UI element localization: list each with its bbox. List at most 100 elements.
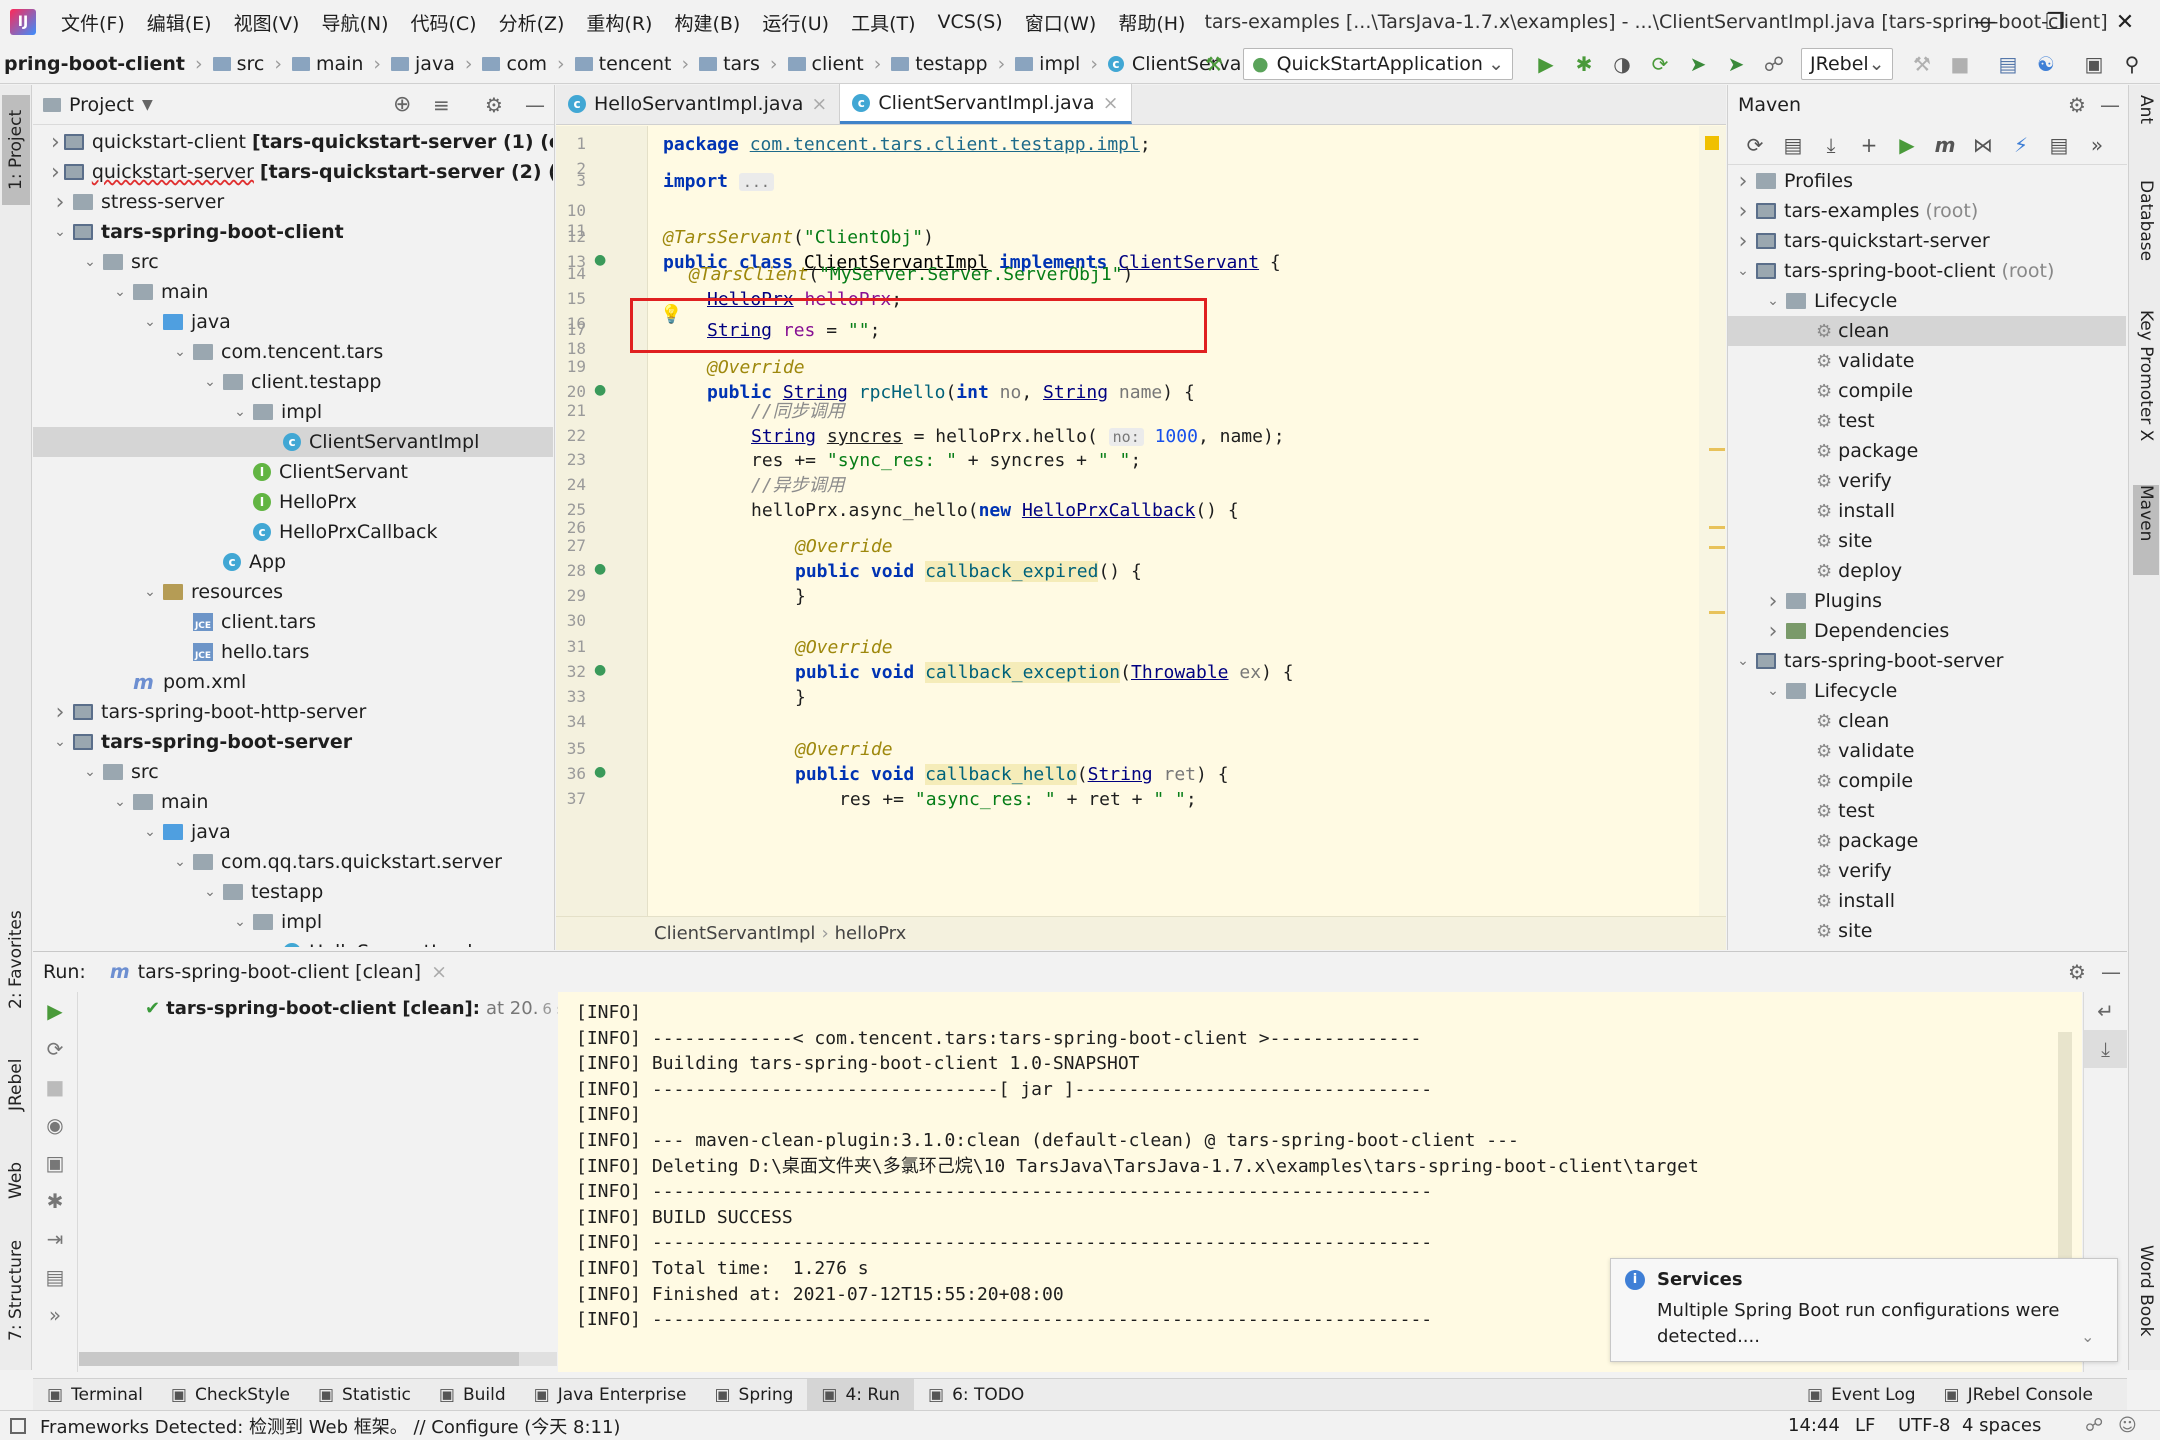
bottom-tab[interactable]: ▣ JRebel Console	[1930, 1379, 2107, 1411]
bottom-tab[interactable]: ▣ Java Enterprise	[520, 1379, 701, 1411]
chevron-down-icon[interactable]: ⌄	[51, 224, 69, 240]
side-tab-project[interactable]: 1: Project	[2, 95, 30, 205]
services-notification[interactable]: i Services Multiple Spring Boot run conf…	[1610, 1258, 2118, 1362]
inspector-icon[interactable]: ☺	[2118, 1415, 2137, 1436]
lock-icon[interactable]: ☍	[2085, 1415, 2103, 1436]
bottom-tab[interactable]: ▣ 6: TODO	[914, 1379, 1038, 1411]
project-tree-item[interactable]: I ClientServant	[33, 457, 553, 487]
project-tree-item[interactable]: › tars-spring-boot-http-server	[33, 697, 553, 727]
project-tree-item[interactable]: JCE client.tars	[33, 607, 553, 637]
reload-icon[interactable]: ⟳	[1736, 133, 1774, 157]
project-tree-item[interactable]: ⌄ client.testapp	[33, 367, 553, 397]
debug-icon[interactable]: ✱	[1565, 47, 1603, 81]
breadcrumb-item[interactable]: client	[784, 53, 868, 75]
maven-tree-item[interactable]: ⚙ test	[1728, 406, 2126, 436]
maven-tree-item[interactable]: ⚙ package	[1728, 436, 2126, 466]
caret-position[interactable]: 14:44	[1788, 1415, 1840, 1436]
settings-gear-icon[interactable]: ⚙	[485, 93, 503, 117]
side-tab-web[interactable]: Web	[2, 1145, 30, 1215]
maven-tree-item[interactable]: ⚙ site	[1728, 526, 2126, 556]
line-separator[interactable]: LF	[1855, 1415, 1875, 1436]
more-icon[interactable]: »	[33, 1296, 77, 1334]
chevron-down-icon[interactable]: ⌄	[1764, 683, 1782, 699]
project-tree-item[interactable]: I HelloPrx	[33, 487, 553, 517]
project-tree-item[interactable]: ⌄ src	[33, 757, 553, 787]
close-tab-icon[interactable]: ×	[431, 961, 447, 983]
run-icon[interactable]: ▶	[1888, 133, 1926, 157]
chevron-down-icon[interactable]: ⌄	[111, 794, 129, 810]
menu-item[interactable]: 构建(B)	[663, 9, 751, 36]
maven-tree-item[interactable]: ⚙ verify	[1728, 856, 2126, 886]
run-icon[interactable]: ▶	[1527, 47, 1565, 81]
run-tab[interactable]: tars-spring-boot-client [clean]	[138, 961, 421, 983]
chevron-down-icon[interactable]: ⌄	[231, 404, 249, 420]
more-icon[interactable]: »	[2078, 133, 2116, 157]
project-tree-item[interactable]: ⌄ resources	[33, 577, 553, 607]
bottom-tab[interactable]: ▣ Terminal	[33, 1379, 157, 1411]
menu-item[interactable]: 导航(N)	[310, 9, 399, 36]
add-icon[interactable]: +	[1850, 133, 1888, 157]
bottom-tab[interactable]: ▣ Event Log	[1793, 1379, 1930, 1411]
stop-icon[interactable]: ■	[33, 1068, 77, 1106]
restore-icon[interactable]: ❐	[2020, 0, 2090, 44]
project-tree-item[interactable]: › quickstart-client [tars-quickstart-serve…	[33, 127, 553, 157]
project-tree-item[interactable]: ⌄ main	[33, 787, 553, 817]
maven-tree-item[interactable]: ⚙ package	[1728, 826, 2126, 856]
show-icon[interactable]: ◉	[33, 1106, 77, 1144]
translate-icon[interactable]: ☯	[2027, 47, 2065, 81]
project-tree-item[interactable]: ⌄ tars-spring-boot-server	[33, 727, 553, 757]
rerun-icon[interactable]: ▶	[33, 992, 77, 1030]
menu-item[interactable]: 文件(F)	[50, 9, 136, 36]
lightbulb-icon[interactable]: 💡	[660, 304, 682, 325]
breadcrumb-item[interactable]: tencent	[571, 53, 676, 75]
menu-item[interactable]: 分析(Z)	[488, 9, 576, 36]
override-marker-icon[interactable]: ●	[594, 561, 606, 577]
menu-item[interactable]: 工具(T)	[840, 9, 926, 36]
chevron-down-icon[interactable]: ⌄	[201, 374, 219, 390]
project-tree-item[interactable]: ⌄ java	[33, 307, 553, 337]
hide-panel-icon[interactable]: —	[525, 93, 545, 117]
download-icon[interactable]: ⤓	[1812, 133, 1850, 157]
hide-panel-icon[interactable]: —	[2100, 93, 2120, 117]
chevron-down-icon[interactable]: ⌄	[1734, 263, 1752, 279]
chevron-down-icon[interactable]: ⌄	[201, 884, 219, 900]
side-tab-word-book[interactable]: Word Book	[2133, 1245, 2159, 1355]
maven-tree-item[interactable]: ⌄ Lifecycle	[1728, 286, 2126, 316]
chevron-down-icon[interactable]: ⌄	[141, 584, 159, 600]
editor-breadcrumb-field[interactable]: helloPrx	[835, 923, 907, 944]
jrebel-select[interactable]: JRebel ⌄	[1801, 48, 1893, 80]
chevron-right-icon[interactable]: ›	[51, 130, 60, 155]
implement-marker-icon[interactable]: ●	[594, 252, 606, 268]
run-tree-item[interactable]: ✔ tars-spring-boot-client [clean]: at 20…	[145, 998, 625, 1019]
maven-tree-item[interactable]: ⌄ tars-spring-boot-server	[1728, 646, 2126, 676]
menu-item[interactable]: VCS(S)	[927, 11, 1014, 33]
close-tab-icon[interactable]: ×	[811, 93, 827, 115]
status-message[interactable]: Frameworks Detected: 检测到 Web 框架。 // Conf…	[40, 1413, 620, 1439]
indent-setting[interactable]: 4 spaces	[1962, 1415, 2041, 1436]
chevron-down-icon[interactable]: ⌄	[2081, 1327, 2094, 1346]
project-tree-item[interactable]: › stress-server	[33, 187, 553, 217]
stop-icon[interactable]: ■	[1941, 47, 1979, 81]
side-tab-ant[interactable]: Ant	[2133, 95, 2159, 155]
maven-tree-item[interactable]: ⚙ site	[1728, 916, 2126, 946]
camera-icon[interactable]: ▣	[33, 1144, 77, 1182]
scroll-to-end-icon[interactable]: ⤓	[2084, 1030, 2127, 1068]
toggle-offline-icon[interactable]: ⋈	[1964, 133, 2002, 157]
status-toggle-icon[interactable]	[10, 1417, 26, 1434]
chevron-down-icon[interactable]: ⌄	[1764, 293, 1782, 309]
bottom-tab[interactable]: ▣ Build	[425, 1379, 520, 1411]
maven-tree-item[interactable]: ⚙ install	[1728, 496, 2126, 526]
maven-tree-item[interactable]: ⚙ install	[1728, 886, 2126, 916]
project-tree-item[interactable]: › quickstart-server [tars-quickstart-serve…	[33, 157, 553, 187]
presentation-icon[interactable]: ▣	[2075, 47, 2113, 81]
chevron-right-icon[interactable]: ›	[1734, 229, 1752, 254]
override-marker-icon[interactable]: ●	[594, 764, 606, 780]
project-tree-item[interactable]: ⌄ impl	[33, 397, 553, 427]
bug-icon[interactable]: ✱	[33, 1182, 77, 1220]
chevron-down-icon[interactable]: ⌄	[81, 254, 99, 270]
maven-tree-item[interactable]: › Dependencies	[1728, 616, 2126, 646]
close-tab-icon[interactable]: ×	[1103, 92, 1119, 114]
side-tab-database[interactable]: Database	[2133, 180, 2159, 280]
soft-wrap-icon[interactable]: ↵	[2084, 992, 2127, 1030]
project-tree-item[interactable]: c HelloServantImpl	[33, 937, 553, 947]
